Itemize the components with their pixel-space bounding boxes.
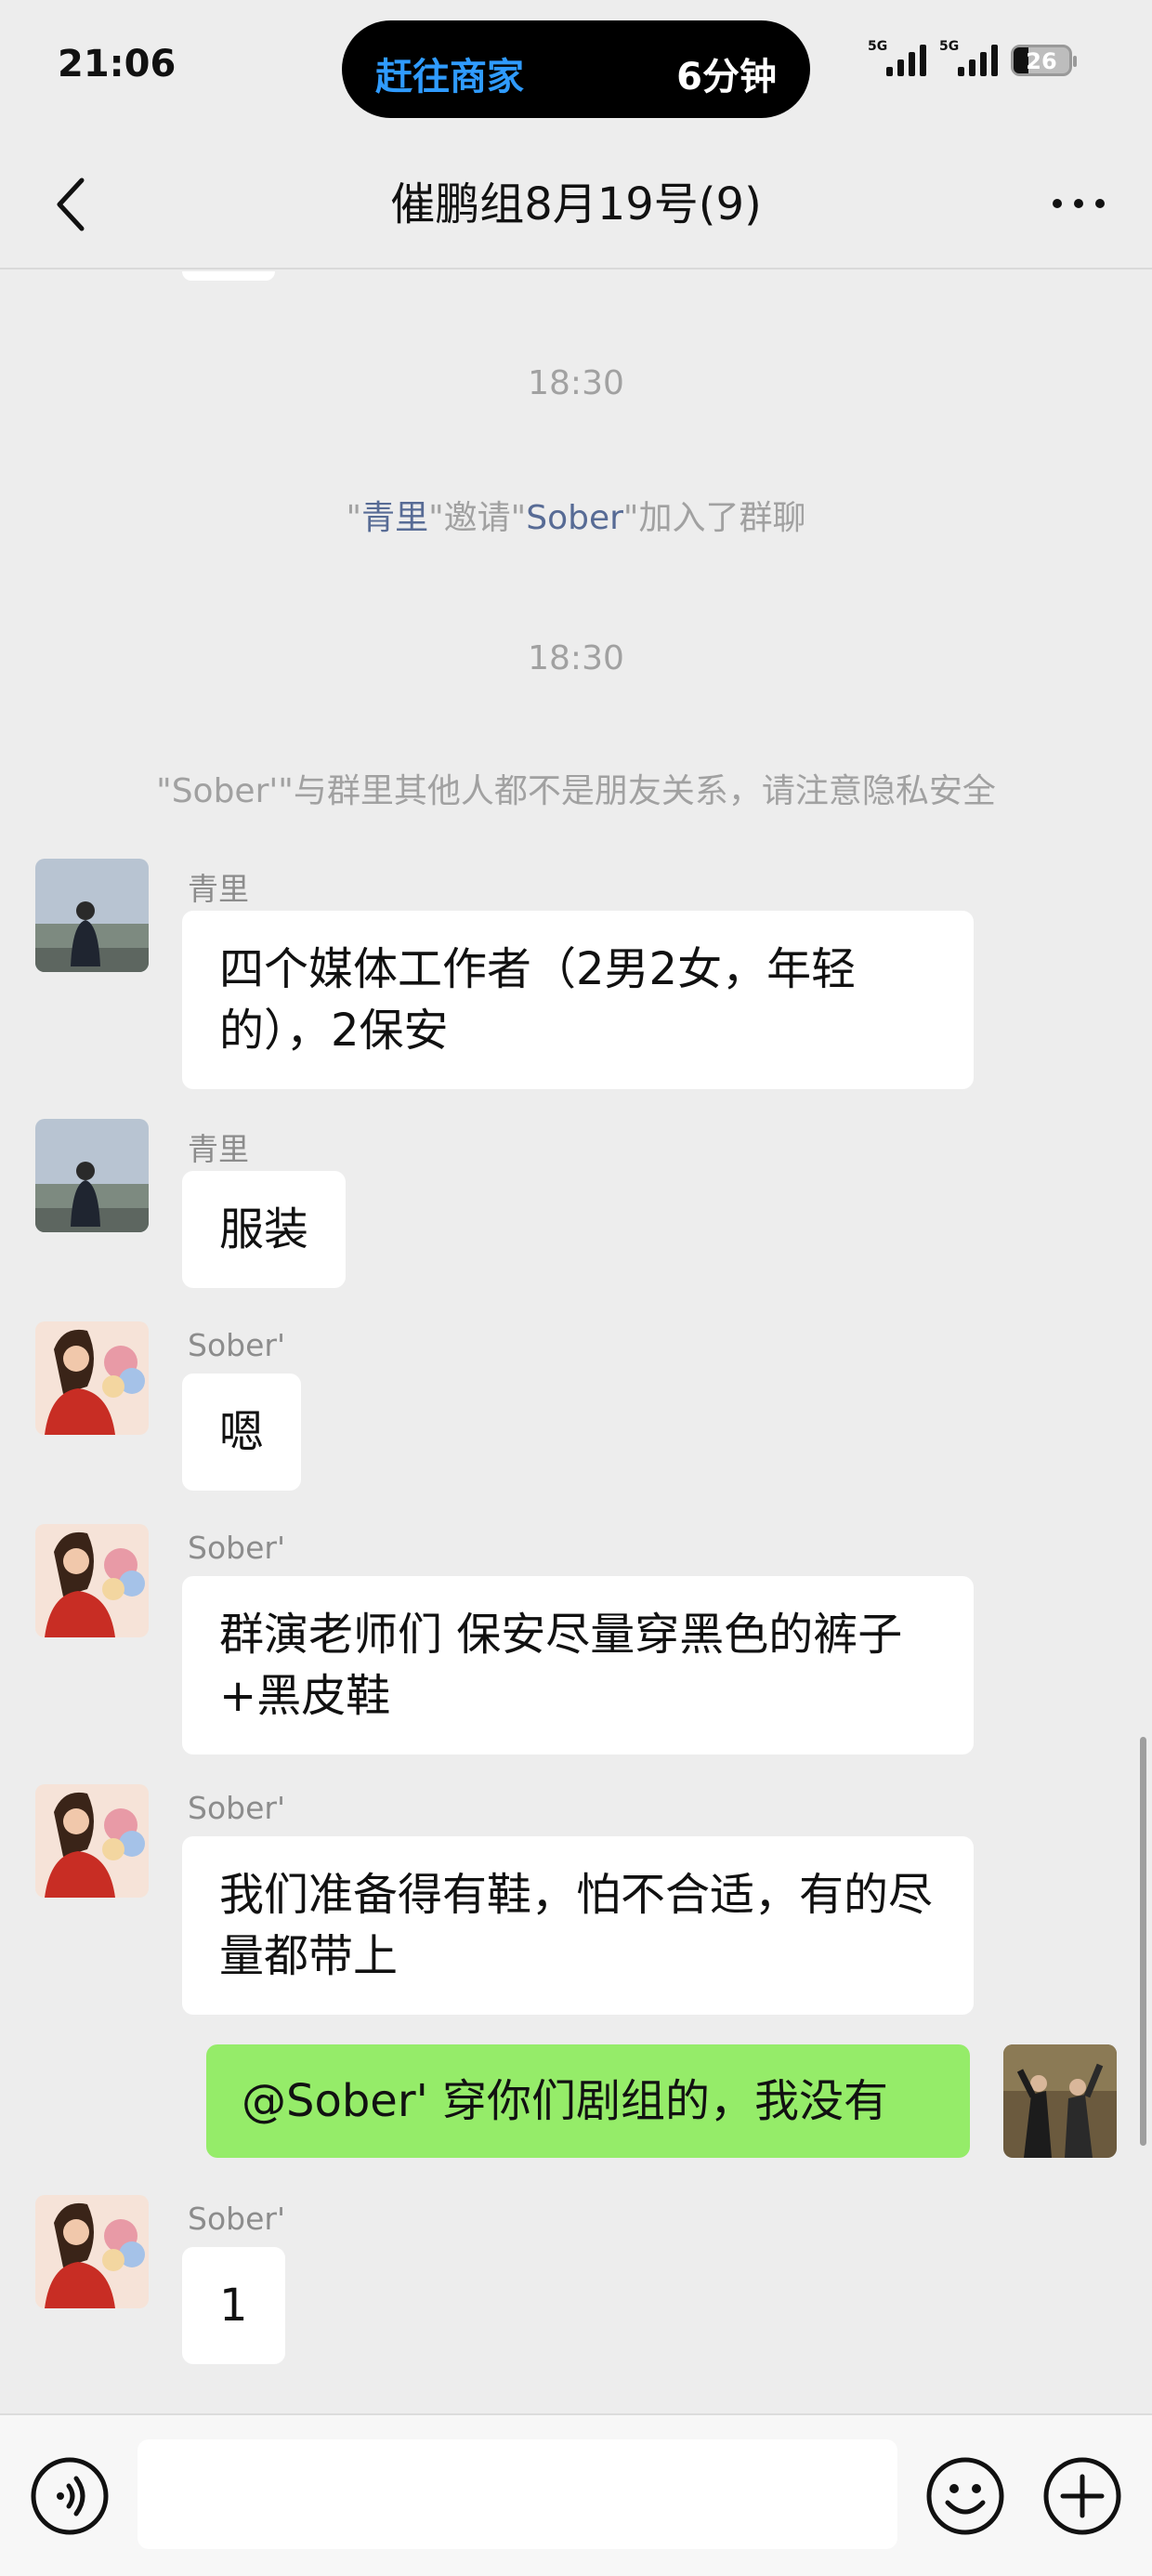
status-icons: 5G 5G 26 bbox=[868, 39, 1077, 76]
status-bar: 21:06 赶往商家 6分钟 5G 5G 26 bbox=[0, 0, 1152, 139]
message-bubble[interactable]: 1 bbox=[182, 2247, 285, 2364]
input-bar bbox=[0, 2413, 1152, 2576]
timestamp: 18:30 bbox=[528, 364, 624, 402]
chat-header: 催鹏组8月19号(9) bbox=[0, 139, 1152, 269]
message-input[interactable] bbox=[137, 2439, 897, 2549]
chat-title[interactable]: 催鹏组8月19号(9) bbox=[0, 167, 1152, 232]
sender-name: Sober' bbox=[188, 1327, 286, 1363]
message-bubble[interactable]: 四个媒体工作者（2男2女，年轻的），2保安 bbox=[182, 911, 974, 1089]
island-app-label: 赶往商家 bbox=[375, 56, 524, 99]
sender-name: Sober' bbox=[188, 1790, 286, 1826]
signal-icon: 5G bbox=[939, 39, 998, 76]
message-bubble[interactable]: 群演老师们 保安尽量穿黑色的裤子+黑皮鞋 bbox=[182, 1576, 974, 1755]
my-avatar[interactable] bbox=[1003, 2044, 1117, 2158]
avatar[interactable] bbox=[35, 1524, 149, 1637]
timestamp: 18:30 bbox=[528, 639, 624, 677]
network-type-label: 5G bbox=[939, 39, 960, 54]
sender-name: Sober' bbox=[188, 1530, 286, 1566]
privacy-notice: "Sober'"与群里其他人都不是朋友关系，请注意隐私安全 bbox=[156, 772, 996, 810]
battery-level: 26 bbox=[1026, 48, 1057, 74]
avatar[interactable] bbox=[35, 1321, 149, 1435]
invite-end-text: "加入了群聊 bbox=[622, 499, 806, 537]
voice-icon[interactable] bbox=[30, 2456, 110, 2536]
island-eta-label: 6分钟 bbox=[676, 56, 777, 99]
signal-icon: 5G bbox=[868, 39, 926, 76]
my-message-bubble[interactable]: @Sober' 穿你们剧组的，我没有 bbox=[206, 2044, 970, 2158]
inviter-link[interactable]: 青里 bbox=[361, 499, 428, 537]
avatar[interactable] bbox=[35, 1119, 149, 1232]
sender-name: Sober' bbox=[188, 2201, 286, 2237]
invite-notice: "青里"邀请"Sober"加入了群聊 bbox=[0, 491, 1152, 539]
avatar[interactable] bbox=[35, 859, 149, 972]
scrollbar[interactable] bbox=[1140, 1737, 1146, 2146]
status-time: 21:06 bbox=[58, 43, 177, 85]
plus-icon[interactable] bbox=[1042, 2456, 1122, 2536]
battery-icon: 26 bbox=[1011, 45, 1077, 76]
emoji-icon[interactable] bbox=[925, 2456, 1005, 2536]
invite-text: "邀请" bbox=[428, 499, 527, 537]
sender-name: 青里 bbox=[188, 871, 249, 907]
quote-mark: " bbox=[346, 499, 362, 537]
message-bubble[interactable]: 嗯 bbox=[182, 1373, 302, 1491]
message-bubble[interactable]: 我们准备得有鞋，怕不合适，有的尽量都带上 bbox=[182, 1836, 974, 2015]
avatar[interactable] bbox=[35, 1784, 149, 1898]
previous-bubble-edge bbox=[182, 271, 275, 281]
message-list[interactable]: 18:30 "青里"邀请"Sober"加入了群聊 18:30 "Sober'"与… bbox=[0, 271, 1152, 2409]
dynamic-island[interactable]: 赶往商家 6分钟 bbox=[342, 20, 810, 118]
avatar[interactable] bbox=[35, 2195, 149, 2308]
sender-name: 青里 bbox=[188, 1131, 249, 1167]
invitee-link[interactable]: Sober bbox=[526, 499, 623, 537]
network-type-label: 5G bbox=[868, 39, 888, 54]
more-dots-icon[interactable] bbox=[1046, 180, 1111, 227]
message-bubble[interactable]: 服装 bbox=[182, 1171, 347, 1288]
